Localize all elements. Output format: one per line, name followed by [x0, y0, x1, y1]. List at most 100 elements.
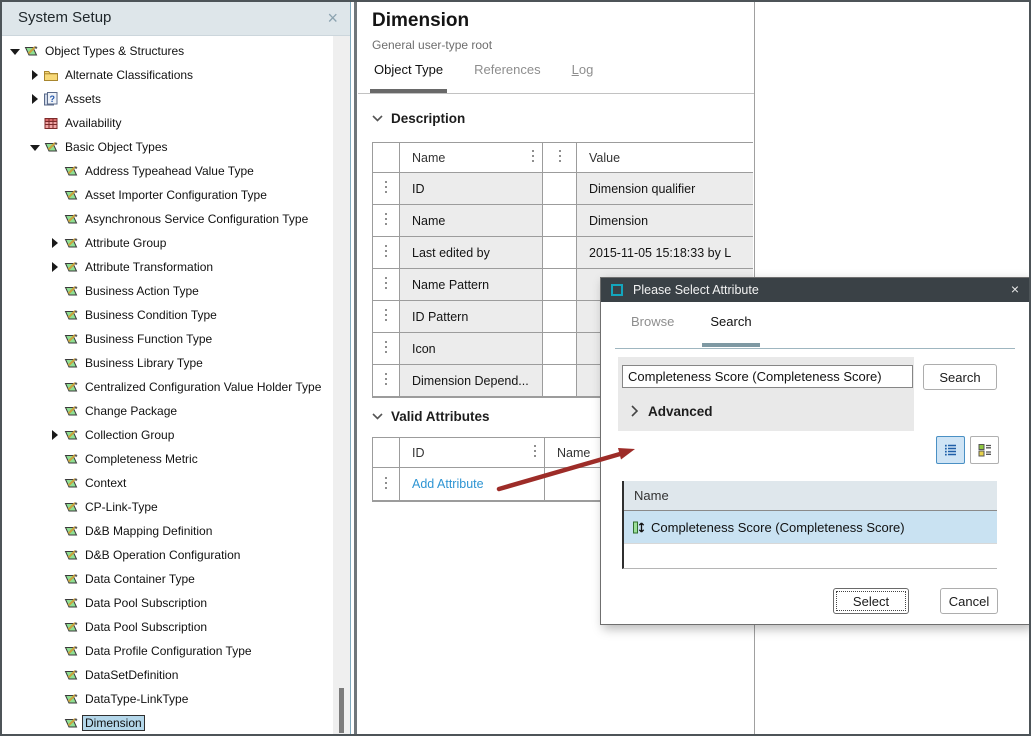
- search-button[interactable]: Search: [923, 364, 997, 390]
- system-setup-header: System Setup ×: [2, 2, 350, 36]
- description-row-id[interactable]: IDDimension qualifier: [373, 173, 753, 205]
- column-menu-icon[interactable]: [532, 150, 534, 165]
- result-row-completeness-score-completeness-score[interactable]: Completeness Score (Completeness Score): [624, 511, 997, 544]
- dialog-tab-browse[interactable]: Browse: [629, 314, 676, 329]
- expander-spacer: [28, 111, 43, 135]
- tree-item-label: Completeness Metric: [82, 451, 201, 467]
- description-section-header[interactable]: Description: [372, 111, 465, 126]
- tree-item-change-package[interactable]: Change Package: [2, 399, 333, 423]
- description-mini-cell: [543, 365, 577, 396]
- tree-item-alternate-classifications[interactable]: Alternate Classifications: [2, 63, 333, 87]
- tree-item-data-profile-configuration-type[interactable]: Data Profile Configuration Type: [2, 639, 333, 663]
- tree-item-object-types-structures[interactable]: Object Types & Structures: [2, 39, 333, 63]
- tree-item-data-pool-subscription[interactable]: Data Pool Subscription: [2, 591, 333, 615]
- tree-item-business-condition-type[interactable]: Business Condition Type: [2, 303, 333, 327]
- expander-spacer: [48, 327, 63, 351]
- tree-item-label: Address Typeahead Value Type: [82, 163, 257, 179]
- tree-item-business-action-type[interactable]: Business Action Type: [2, 279, 333, 303]
- expander-collapsed-icon[interactable]: [48, 423, 63, 447]
- tree-item-asynchronous-service-configuration-type[interactable]: Asynchronous Service Configuration Type: [2, 207, 333, 231]
- add-attribute-link[interactable]: Add Attribute: [412, 477, 484, 491]
- tree-item-d-b-operation-configuration[interactable]: D&B Operation Configuration: [2, 543, 333, 567]
- details-view-icon: [977, 442, 993, 458]
- row-drag-handle[interactable]: [373, 237, 400, 268]
- tree-item-datatype-linktype[interactable]: DataType-LinkType: [2, 687, 333, 711]
- expander-collapsed-icon[interactable]: [48, 231, 63, 255]
- tree-item-context[interactable]: Context: [2, 471, 333, 495]
- tree-item-cp-link-type[interactable]: CP-Link-Type: [2, 495, 333, 519]
- dialog-tab-search[interactable]: Search: [708, 314, 753, 329]
- panel-splitter[interactable]: [354, 2, 357, 734]
- row-drag-handle[interactable]: [373, 468, 400, 500]
- tree-item-assets[interactable]: ?Assets: [2, 87, 333, 111]
- tree-item-label: Attribute Transformation: [82, 259, 216, 275]
- description-name-cell: Name: [400, 205, 543, 236]
- dialog-titlebar[interactable]: Please Select Attribute ×: [601, 278, 1029, 302]
- scrollbar-thumb[interactable]: [339, 688, 344, 733]
- cancel-button[interactable]: Cancel: [940, 588, 998, 614]
- expander-collapsed-icon[interactable]: [28, 87, 43, 111]
- tree-item-label: Business Function Type: [82, 331, 215, 347]
- dialog-close-icon[interactable]: ×: [1011, 281, 1019, 297]
- search-input[interactable]: [622, 365, 913, 388]
- description-row-name[interactable]: NameDimension: [373, 205, 753, 237]
- row-drag-handle[interactable]: [373, 205, 400, 236]
- tree-item-label: DataType-LinkType: [82, 691, 191, 707]
- expander-spacer: [48, 495, 63, 519]
- description-row-last-edited-by[interactable]: Last edited by2015-11-05 15:18:33 by L: [373, 237, 753, 269]
- tree-item-label: Data Container Type: [82, 571, 198, 587]
- tree-item-collection-group[interactable]: Collection Group: [2, 423, 333, 447]
- tree-item-data-pool-subscription[interactable]: Data Pool Subscription: [2, 615, 333, 639]
- header-spacer-cell: [373, 143, 400, 172]
- tree-item-business-library-type[interactable]: Business Library Type: [2, 351, 333, 375]
- tree-item-basic-object-types[interactable]: Basic Object Types: [2, 135, 333, 159]
- expander-expanded-icon[interactable]: [8, 39, 23, 63]
- tree-item-data-container-type[interactable]: Data Container Type: [2, 567, 333, 591]
- tree-item-address-typeahead-value-type[interactable]: Address Typeahead Value Type: [2, 159, 333, 183]
- column-menu-icon[interactable]: [534, 445, 536, 460]
- tree-item-label: Data Pool Subscription: [82, 619, 210, 635]
- details-view-button[interactable]: [970, 436, 999, 464]
- object-type-icon: [63, 451, 82, 467]
- tree-item-label: Collection Group: [82, 427, 177, 443]
- row-drag-handle[interactable]: [373, 269, 400, 300]
- tree-item-label: Business Condition Type: [82, 307, 220, 323]
- tree-item-availability[interactable]: Availability: [2, 111, 333, 135]
- row-drag-handle[interactable]: [373, 333, 400, 364]
- detail-tab-object-type[interactable]: Object Type: [372, 62, 445, 77]
- tree-item-datasetdefinition[interactable]: DataSetDefinition: [2, 663, 333, 687]
- tree-item-label: Alternate Classifications: [62, 67, 196, 83]
- expander-expanded-icon[interactable]: [28, 135, 43, 159]
- tree-item-label: Asset Importer Configuration Type: [82, 187, 270, 203]
- tree-item-label: Data Pool Subscription: [82, 595, 210, 611]
- row-drag-handle[interactable]: [373, 173, 400, 204]
- tree-item-attribute-transformation[interactable]: Attribute Transformation: [2, 255, 333, 279]
- expander-spacer: [48, 183, 63, 207]
- tree-item-label: CP-Link-Type: [82, 499, 161, 515]
- row-drag-handle[interactable]: [373, 365, 400, 396]
- select-button[interactable]: Select: [833, 588, 909, 614]
- close-icon[interactable]: ×: [327, 7, 338, 29]
- detail-tab-references[interactable]: References: [472, 62, 542, 77]
- column-menu-icon[interactable]: [559, 150, 561, 165]
- advanced-toggle[interactable]: Advanced: [631, 398, 713, 424]
- description-mini-cell: [543, 269, 577, 300]
- page-title: Dimension: [372, 10, 469, 32]
- tree-item-d-b-mapping-definition[interactable]: D&B Mapping Definition: [2, 519, 333, 543]
- tree-item-attribute-group[interactable]: Attribute Group: [2, 231, 333, 255]
- expander-collapsed-icon[interactable]: [28, 63, 43, 87]
- tree-item-centralized-configuration-value-holder-type[interactable]: Centralized Configuration Value Holder T…: [2, 375, 333, 399]
- tree-item-completeness-metric[interactable]: Completeness Metric: [2, 447, 333, 471]
- tree-item-dimension[interactable]: Dimension: [2, 711, 333, 734]
- tree-item-asset-importer-configuration-type[interactable]: Asset Importer Configuration Type: [2, 183, 333, 207]
- object-type-icon: [63, 523, 82, 539]
- object-type-icon: [63, 475, 82, 491]
- detail-tab-log[interactable]: Log: [570, 62, 596, 77]
- list-view-button[interactable]: [936, 436, 965, 464]
- chevron-right-icon: [631, 405, 639, 417]
- row-drag-handle[interactable]: [373, 301, 400, 332]
- expander-collapsed-icon[interactable]: [48, 255, 63, 279]
- tree-item-business-function-type[interactable]: Business Function Type: [2, 327, 333, 351]
- valid-attributes-section-header[interactable]: Valid Attributes: [372, 409, 490, 424]
- expander-spacer: [48, 351, 63, 375]
